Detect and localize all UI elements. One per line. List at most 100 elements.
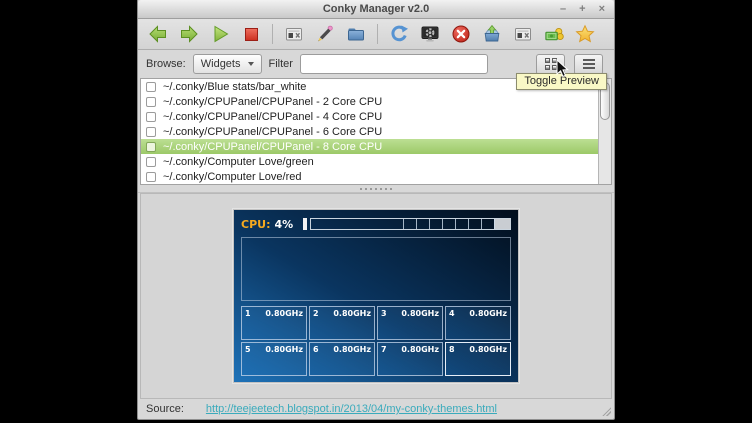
refresh-button[interactable] [389, 24, 409, 44]
minimize-button[interactable]: – [560, 4, 566, 15]
filter-label: Filter [269, 58, 293, 70]
cpu-graph-area [241, 237, 511, 301]
core-number: 8 [449, 345, 455, 354]
core-frequency: 0.80GHz [265, 309, 303, 318]
theme-label: ~/.conky/CPUPanel/CPUPanel - 6 Core CPU [163, 126, 382, 138]
toolbar-right-group [513, 24, 595, 44]
start-widget-button[interactable] [210, 24, 230, 44]
previous-button[interactable] [148, 24, 168, 44]
stop-widget-button[interactable] [241, 24, 261, 44]
maximize-button[interactable]: + [579, 4, 585, 15]
theme-row[interactable]: ~/.conky/Computer Love/green [141, 154, 611, 169]
stop-icon [241, 24, 261, 44]
desktop-background: Conky Manager v2.0 – + × [0, 0, 752, 423]
donate-button[interactable] [544, 24, 564, 44]
core-number: 3 [381, 309, 387, 318]
browse-dropdown-value: Widgets [201, 58, 241, 70]
list-icon [583, 57, 595, 71]
theme-row[interactable]: ~/.conky/CPUPanel/CPUPanel - 6 Core CPU [141, 124, 611, 139]
theme-checkbox[interactable] [146, 127, 156, 137]
cpu-bar-segment [442, 219, 455, 229]
kill-conky-button[interactable] [284, 24, 304, 44]
conky-manager-window: Conky Manager v2.0 – + × [137, 0, 615, 420]
source-link[interactable]: http://teejeetech.blogspot.in/2013/04/my… [206, 403, 497, 415]
money-icon [544, 24, 564, 44]
core-frequency: 0.80GHz [333, 345, 371, 354]
open-folder-button[interactable] [346, 24, 366, 44]
mouse-cursor-icon [556, 59, 569, 78]
conky-widget-preview: CPU: 4% 10.80GHz20.80GHz30.80GHz40.80GHz… [234, 210, 518, 382]
theme-checkbox[interactable] [146, 142, 156, 152]
splitter-handle[interactable] [138, 185, 614, 193]
core-number: 6 [313, 345, 319, 354]
cpu-bar-segment [416, 219, 429, 229]
cpu-bar-track [310, 218, 511, 230]
toolbar-separator [377, 24, 378, 44]
theme-label: ~/.conky/Blue stats/bar_white [163, 81, 306, 93]
theme-label: ~/.conky/CPUPanel/CPUPanel - 4 Core CPU [163, 111, 382, 123]
cpu-bar-segment [403, 219, 416, 229]
pencil-icon [315, 24, 335, 44]
core-number: 5 [245, 345, 251, 354]
preview-panel: CPU: 4% 10.80GHz20.80GHz30.80GHz40.80GHz… [140, 193, 612, 399]
core-number: 4 [449, 309, 455, 318]
core-cell: 6 0.80GHz [309, 342, 375, 376]
theme-checkbox[interactable] [146, 157, 156, 167]
theme-checkbox[interactable] [146, 172, 156, 182]
about-button[interactable] [575, 24, 595, 44]
theme-row[interactable]: ~/.conky/CPUPanel/CPUPanel - 8 Core CPU [141, 139, 611, 154]
theme-list: ~/.conky/Blue stats/bar_white~/.conky/CP… [140, 78, 612, 185]
core-cell: 20.80GHz [309, 306, 375, 340]
core-frequency: 0.80GHz [265, 345, 303, 354]
red-x-icon [451, 24, 471, 44]
theme-checkbox[interactable] [146, 112, 156, 122]
core-frequency: 0.80GHz [469, 345, 507, 354]
edit-widget-button[interactable] [315, 24, 335, 44]
window-x-icon [513, 24, 533, 44]
core-cell: 40.80GHz [445, 306, 511, 340]
cpu-bar-segment [494, 219, 510, 229]
widget-header: CPU: 4% [241, 216, 511, 232]
cpu-bar-fill [303, 218, 307, 230]
cpu-bar-segment [481, 219, 494, 229]
theme-checkbox[interactable] [146, 82, 156, 92]
browse-dropdown[interactable]: Widgets [193, 54, 262, 74]
import-icon [482, 24, 502, 44]
toolbar [138, 19, 614, 50]
core-cell: 8 0.80GHz [445, 342, 511, 376]
browse-label: Browse: [146, 58, 186, 70]
cpu-bar-segment [429, 219, 442, 229]
core-cell: 1 0.80GHz [241, 306, 307, 340]
grid-icon [545, 58, 557, 70]
cpu-value: 4% [274, 218, 293, 231]
import-theme-pack-button[interactable] [482, 24, 502, 44]
resize-grip-icon[interactable] [602, 407, 611, 416]
toggle-list-button[interactable] [574, 54, 603, 75]
next-button[interactable] [179, 24, 199, 44]
folder-icon [346, 24, 366, 44]
core-number: 7 [381, 345, 387, 354]
theme-row[interactable]: ~/.conky/Computer Love/red [141, 169, 611, 184]
monitor-gear-icon [420, 24, 440, 44]
theme-row[interactable]: ~/.conky/CPUPanel/CPUPanel - 4 Core CPU [141, 109, 611, 124]
core-frequency: 0.80GHz [333, 309, 371, 318]
arrow-left-icon [148, 24, 168, 44]
list-scrollbar[interactable] [598, 79, 611, 184]
toolbar-separator [272, 24, 273, 44]
filter-input[interactable] [300, 54, 488, 74]
generate-previews-button[interactable] [513, 24, 533, 44]
core-number: 1 [245, 309, 251, 318]
close-app-button[interactable] [451, 24, 471, 44]
refresh-icon [389, 24, 409, 44]
cpu-bar-segment [468, 219, 481, 229]
desktop-settings-button[interactable] [420, 24, 440, 44]
chevron-down-icon [248, 62, 254, 66]
arrow-right-icon [179, 24, 199, 44]
theme-checkbox[interactable] [146, 97, 156, 107]
cpu-bar [303, 218, 511, 230]
titlebar[interactable]: Conky Manager v2.0 – + × [138, 0, 614, 19]
close-button[interactable]: × [599, 4, 605, 15]
core-grid: 10.80GHz20.80GHz30.80GHz40.80GHz50.80GHz… [241, 306, 511, 376]
theme-row[interactable]: ~/.conky/CPUPanel/CPUPanel - 2 Core CPU [141, 94, 611, 109]
window-x-icon [284, 24, 304, 44]
